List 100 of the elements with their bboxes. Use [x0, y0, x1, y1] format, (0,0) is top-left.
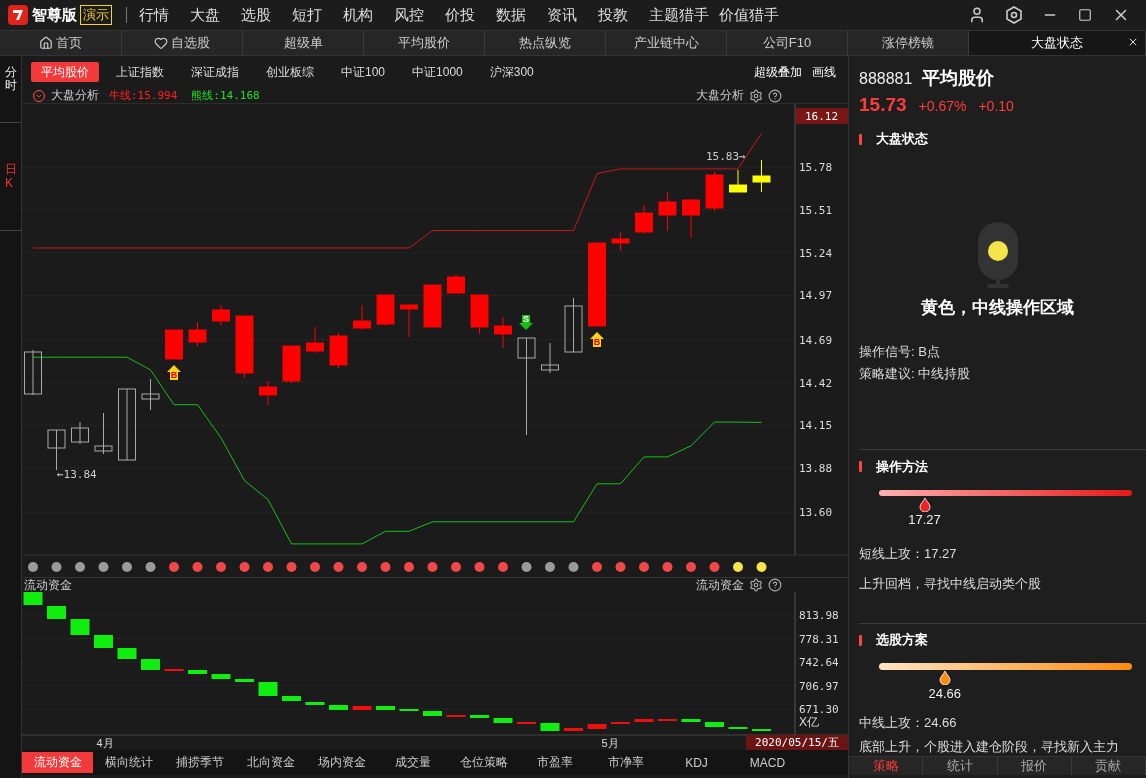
- flow-bar: [117, 648, 137, 659]
- period-tab[interactable]: 日K: [5, 163, 17, 190]
- status-line: 策略建议: 中线持股: [858, 365, 972, 383]
- toolbar-button[interactable]: 画线: [812, 63, 836, 81]
- index-tab[interactable]: 沪深300: [479, 62, 544, 82]
- indicator-tab[interactable]: 成交量: [377, 752, 448, 773]
- bear-line-value: 熊线:14.168: [191, 88, 260, 103]
- current-price-tag: 16.12: [796, 108, 848, 124]
- change-amount: +0.10: [978, 98, 1014, 114]
- stock-code: 888881: [859, 70, 913, 88]
- candlestick: [752, 159, 771, 193]
- toolbar-button[interactable]: 超级叠加: [754, 63, 802, 81]
- flow-axis-label: 742.64: [799, 656, 839, 669]
- menu-item[interactable]: 数据: [496, 5, 526, 25]
- candlestick: [470, 294, 489, 335]
- flow-bar: [70, 619, 90, 635]
- menu-item[interactable]: 风控: [394, 5, 424, 25]
- flow-bar: [211, 674, 231, 679]
- indicator-tab[interactable]: 捕捞季节: [164, 752, 235, 773]
- candlestick: [282, 345, 301, 384]
- price-axis-label: 13.60: [799, 506, 833, 520]
- index-tab[interactable]: 创业板综: [256, 62, 324, 82]
- candlestick: [212, 304, 230, 326]
- index-tab[interactable]: 上证指数: [106, 62, 174, 82]
- price-axis-label: 15.78: [799, 161, 833, 175]
- user-icon[interactable]: [968, 6, 986, 24]
- menu-item[interactable]: 主题猎手: [649, 5, 709, 25]
- target-text: 中线上攻：24.66: [858, 714, 958, 732]
- high-price-label: 15.83→: [706, 150, 746, 163]
- side-tab[interactable]: 策略: [849, 757, 924, 775]
- flow-bar: [141, 659, 160, 670]
- indicator-tab[interactable]: MACD: [732, 752, 803, 773]
- indicator-tab[interactable]: 仓位策略: [448, 752, 519, 773]
- help-icon[interactable]: [768, 88, 782, 103]
- panel-title: 流动资金: [696, 576, 744, 594]
- menu-item[interactable]: 选股: [241, 5, 271, 25]
- side-tab[interactable]: 贡献: [1071, 757, 1146, 775]
- candlestick: [494, 316, 512, 349]
- index-tab[interactable]: 深证成指: [181, 62, 249, 82]
- flow-bar: [47, 606, 66, 619]
- buy-signal-marker: B: [590, 332, 604, 347]
- status-verdict: 黄色，中线操作区域: [921, 297, 1074, 319]
- price-axis-label: 15.51: [799, 204, 833, 217]
- indicator-tab[interactable]: 横向统计: [93, 752, 164, 773]
- menu-item[interactable]: 价值猎手: [719, 5, 779, 25]
- indicator-tab[interactable]: 市净率: [590, 752, 661, 773]
- signal-light-icon: [976, 222, 1019, 288]
- status-line: 操作信号: B点: [858, 343, 941, 361]
- hexagon-icon[interactable]: [1006, 6, 1022, 24]
- stock-name: 平均股价: [922, 67, 995, 90]
- flow-bar: [94, 635, 113, 648]
- candlestick: [165, 329, 183, 360]
- flow-axis-label: 671.30: [799, 703, 839, 716]
- side-tab[interactable]: 报价: [997, 757, 1072, 775]
- change-percent: +0.67%: [918, 98, 967, 114]
- price-axis-label: 14.69: [799, 333, 833, 347]
- indicator-tab[interactable]: 流动资金: [22, 752, 93, 773]
- maximize-icon[interactable]: [1078, 8, 1092, 22]
- demo-badge: 演示: [80, 5, 112, 25]
- close-tab-icon[interactable]: [1127, 36, 1139, 48]
- indicator-tab[interactable]: 场内资金: [306, 752, 377, 773]
- menu-item[interactable]: 大盘: [190, 5, 220, 25]
- flow-axis-label: 813.98: [799, 609, 839, 622]
- menu-item[interactable]: 投教: [598, 5, 628, 25]
- menu-item[interactable]: 行情: [139, 5, 169, 25]
- flow-bar: [329, 705, 348, 710]
- flow-bar: [258, 682, 278, 696]
- flow-bar: [493, 718, 513, 723]
- unit-label: X亿: [799, 715, 819, 729]
- indicator-tab[interactable]: KDJ: [661, 752, 732, 773]
- last-price: 15.73: [859, 94, 907, 116]
- flow-axis-label: 706.97: [799, 679, 839, 693]
- date-tag: 2020/05/15/五: [746, 735, 848, 750]
- indicator-tab[interactable]: 市盈率: [519, 752, 590, 773]
- flow-bar: [352, 706, 372, 710]
- menu-item[interactable]: 机构: [343, 5, 373, 25]
- flow-bar: [540, 723, 560, 731]
- price-axis-label: 14.97: [799, 289, 833, 303]
- flow-bar: [282, 696, 301, 701]
- flow-bar: [23, 592, 43, 605]
- candlestick: [188, 321, 207, 347]
- menu-item[interactable]: 短打: [292, 5, 322, 25]
- month-label: 4月: [96, 737, 114, 749]
- panel-title: 大盘分析: [696, 87, 744, 104]
- indicator-tab[interactable]: 北向资金: [235, 752, 306, 773]
- index-tab[interactable]: 平均股价: [31, 62, 99, 82]
- settings-icon[interactable]: [749, 578, 763, 592]
- page-tab[interactable]: 大盘状态: [969, 31, 1146, 55]
- help-icon[interactable]: [768, 578, 782, 592]
- candlestick: [71, 421, 89, 445]
- menu-item[interactable]: 资讯: [547, 5, 577, 25]
- flow-bar: [305, 702, 325, 705]
- index-tab[interactable]: 中证100: [331, 62, 396, 82]
- period-tab[interactable]: 分时: [5, 66, 17, 93]
- side-tab[interactable]: 统计: [923, 757, 998, 775]
- index-tab[interactable]: 中证1000: [402, 62, 473, 82]
- settings-icon[interactable]: [749, 88, 763, 103]
- app-name: 智尊版: [32, 5, 77, 25]
- flow-bar: [681, 719, 701, 722]
- menu-item[interactable]: 价投: [445, 5, 475, 25]
